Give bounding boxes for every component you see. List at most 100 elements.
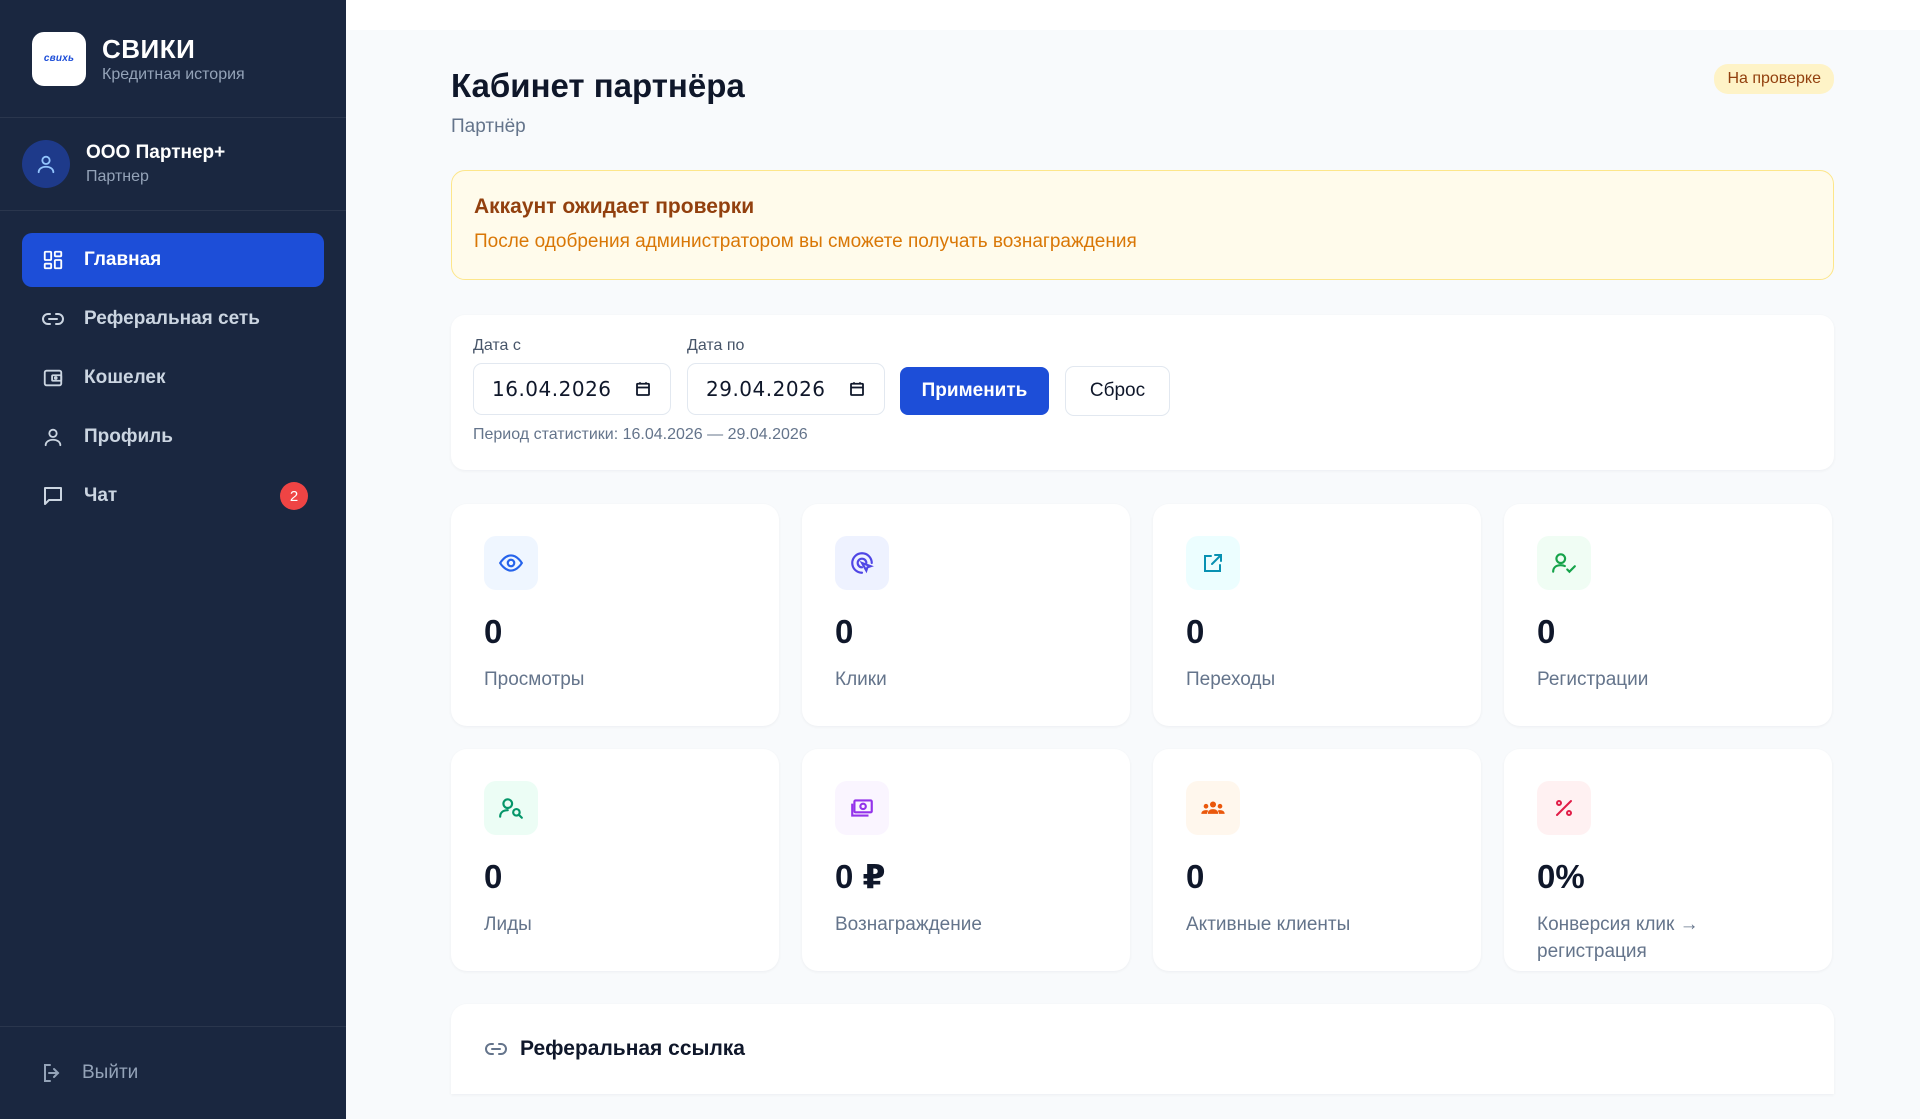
user-icon	[37, 155, 55, 174]
top-bar	[346, 0, 1920, 30]
stat-card-leads: 0 Лиды	[451, 749, 779, 971]
stat-label: Лиды	[484, 914, 532, 935]
reset-button[interactable]: Сброс	[1065, 366, 1170, 416]
stat-value: 0	[1186, 858, 1205, 895]
sidebar-item-label: Главная	[84, 249, 162, 270]
stat-value: 0 ₽	[835, 858, 886, 895]
grid-icon	[40, 247, 66, 273]
sidebar-item-label: Кошелек	[84, 367, 166, 388]
pending-verification-alert: Аккаунт ожидает проверки После одобрения…	[451, 170, 1834, 280]
logout-label: Выйти	[82, 1062, 139, 1083]
stat-card-transitions: 0 Переходы	[1153, 504, 1481, 726]
date-from-input[interactable]: 16.04.2026	[473, 363, 671, 415]
sidebar-item-home[interactable]: Главная	[22, 233, 324, 287]
user-block[interactable]: ООО Партнер+ Партнер	[0, 118, 346, 211]
stat-label: Вознаграждение	[835, 914, 982, 935]
brand-name: СВИКИ	[102, 33, 196, 64]
stat-card-reward: 0 ₽ Вознаграждение	[802, 749, 1130, 971]
link-icon	[485, 1043, 507, 1055]
stat-label: Регистрации	[1537, 669, 1649, 690]
external-link-icon	[1204, 554, 1222, 572]
stat-value: 0	[835, 613, 854, 650]
stat-card-conversion: 0% Конверсия клик → регистрация	[1504, 749, 1832, 971]
stat-icon-wrap	[1537, 781, 1591, 835]
user-check-icon	[1552, 553, 1576, 574]
user-text: ООО Партнер+ Партнер	[86, 142, 225, 186]
stat-card-clicks: 0 Клики	[802, 504, 1130, 726]
stat-value: 0	[484, 858, 503, 895]
stat-icon-wrap	[484, 781, 538, 835]
avatar	[22, 140, 70, 188]
stat-icon-wrap	[1537, 536, 1591, 590]
page-header: Кабинет партнёра Партнёр На проверке	[451, 30, 1834, 170]
sidebar-item-wallet[interactable]: Кошелек	[22, 351, 324, 405]
stat-icon-wrap	[1186, 536, 1240, 590]
stat-card-views: 0 Просмотры	[451, 504, 779, 726]
sidebar-nav: Главная Реферальная сеть Кошелек Профиль…	[0, 211, 346, 1026]
stat-value: 0	[1186, 613, 1205, 650]
page-title: Кабинет партнёра	[451, 67, 745, 104]
stat-label: Переходы	[1186, 669, 1276, 690]
calendar-icon[interactable]	[848, 380, 866, 398]
date-from-field: Дата с 16.04.2026	[473, 337, 671, 415]
chat-unread-badge: 2	[280, 482, 308, 510]
apply-button[interactable]: Применить	[900, 367, 1049, 415]
brand-subtitle: Кредитная история	[102, 65, 245, 83]
cursor-click-icon	[851, 552, 874, 574]
wallet-icon	[40, 365, 66, 391]
sidebar: свихь СВИКИ Кредитная история ООО Партне…	[0, 0, 346, 1119]
sidebar-item-referral[interactable]: Реферальная сеть	[22, 292, 324, 346]
stat-card-active-clients: 0 Активные клиенты	[1153, 749, 1481, 971]
stat-card-registrations: 0 Регистрации	[1504, 504, 1832, 726]
stat-icon-wrap	[835, 536, 889, 590]
stat-value: 0	[484, 613, 503, 650]
sidebar-item-profile[interactable]: Профиль	[22, 410, 324, 464]
stat-value: 0%	[1537, 858, 1585, 895]
brand-logo: свихь	[32, 31, 86, 86]
stat-label: Конверсия клик → регистрация	[1537, 914, 1699, 962]
sidebar-item-label: Профиль	[84, 426, 173, 447]
date-filter-card: Дата с 16.04.2026 Дата по 29.04.2026 При…	[451, 315, 1834, 470]
stat-icon-wrap	[484, 536, 538, 590]
date-to-label: Дата по	[687, 337, 745, 354]
users-icon	[1201, 801, 1225, 814]
stat-label: Активные клиенты	[1186, 914, 1351, 935]
period-text: Период статистики: 16.04.2026 — 29.04.20…	[473, 426, 808, 443]
user-search-icon	[499, 798, 523, 819]
brand-text: СВИКИ Кредитная история	[102, 34, 245, 84]
referral-link-card: Реферальная ссылка	[451, 1004, 1834, 1094]
date-from-label: Дата с	[473, 337, 521, 354]
logout-button[interactable]: Выйти	[0, 1026, 346, 1119]
status-badge: На проверке	[1714, 64, 1834, 94]
main-content: Кабинет партнёра Партнёр На проверке Акк…	[451, 30, 1834, 1094]
sidebar-item-chat[interactable]: Чат 2	[22, 469, 324, 523]
user-name: ООО Партнер+	[86, 142, 226, 163]
eye-icon	[498, 554, 524, 572]
stat-icon-wrap	[835, 781, 889, 835]
calendar-icon[interactable]	[634, 380, 652, 398]
logout-icon	[40, 1061, 64, 1085]
user-role: Партнер	[86, 168, 149, 185]
chat-icon	[40, 483, 66, 509]
brand-logo-text: свихь	[43, 53, 75, 64]
user-icon	[40, 424, 66, 450]
referral-link-title: Реферальная ссылка	[520, 1037, 745, 1060]
sidebar-item-label: Чат	[84, 485, 118, 506]
link-icon	[40, 306, 66, 332]
stat-value: 0	[1537, 613, 1556, 650]
money-icon	[851, 799, 873, 817]
date-to-input[interactable]: 29.04.2026	[687, 363, 885, 415]
sidebar-item-label: Реферальная сеть	[84, 308, 260, 329]
date-from-value: 16.04.2026	[492, 377, 612, 401]
alert-title: Аккаунт ожидает проверки	[474, 195, 755, 218]
brand[interactable]: свихь СВИКИ Кредитная история	[0, 0, 346, 118]
alert-text: После одобрения администратором вы сможе…	[474, 231, 1137, 252]
percent-icon	[1556, 800, 1572, 816]
stat-label: Просмотры	[484, 669, 585, 690]
date-to-field: Дата по 29.04.2026	[687, 337, 885, 415]
page-subtitle: Партнёр	[451, 116, 526, 137]
stat-label: Клики	[835, 669, 887, 690]
date-to-value: 29.04.2026	[706, 377, 826, 401]
stat-icon-wrap	[1186, 781, 1240, 835]
stats-grid: 0 Просмотры 0 Клики 0 Переходы 0 Регистр…	[451, 504, 1834, 971]
